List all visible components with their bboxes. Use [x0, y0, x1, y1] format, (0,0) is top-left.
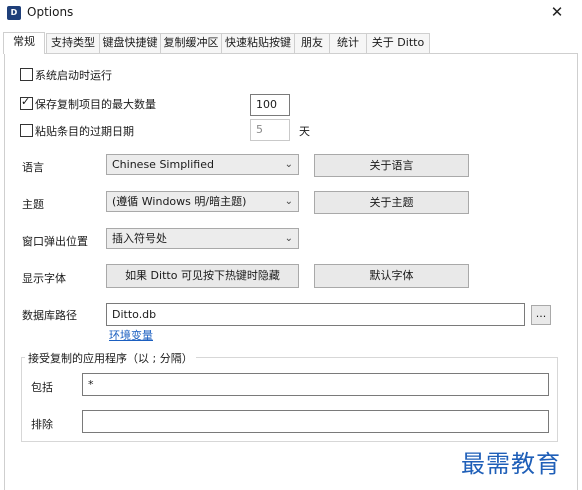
include-label: 包括: [31, 381, 53, 394]
expire-checkbox[interactable]: [20, 124, 33, 137]
expire-label: 粘贴条目的过期日期: [35, 125, 134, 138]
max-saved-label: 保存复制项目的最大数量: [35, 98, 156, 111]
expire-days-input[interactable]: 5: [250, 119, 290, 141]
tab-keyboard-shortcuts[interactable]: 键盘快捷键: [99, 33, 161, 53]
window-title: Options: [27, 5, 74, 19]
about-language-button[interactable]: 关于语言: [314, 154, 469, 177]
about-theme-button[interactable]: 关于主题: [314, 191, 469, 214]
tab-copy-buffers[interactable]: 复制缓冲区: [160, 33, 222, 53]
tab-friends[interactable]: 朋友: [294, 33, 330, 53]
exclude-label: 排除: [31, 418, 53, 431]
accepted-apps-title: 接受复制的应用程序（以 ; 分隔）: [25, 350, 196, 366]
popup-position-selected: 插入符号处: [112, 232, 167, 245]
start-on-boot-label: 系统启动时运行: [35, 69, 112, 82]
max-saved-input[interactable]: 100: [250, 94, 290, 116]
exclude-input[interactable]: [82, 410, 549, 433]
theme-label: 主题: [22, 198, 44, 211]
chevron-down-icon: ⌄: [284, 233, 293, 244]
env-variables-link[interactable]: 环境变量: [109, 327, 153, 343]
watermark-text: 最需教育: [461, 450, 561, 478]
tab-about[interactable]: 关于 Ditto: [366, 33, 430, 53]
tab-quick-paste-keys[interactable]: 快速粘贴按键: [221, 33, 295, 53]
tab-supported-types[interactable]: 支持类型: [46, 33, 100, 53]
ditto-app-icon: D: [7, 6, 21, 20]
font-label: 显示字体: [22, 272, 66, 285]
theme-selected: (遵循 Windows 明/暗主题): [112, 195, 247, 208]
expire-unit-label: 天: [299, 125, 310, 138]
chevron-down-icon: ⌄: [284, 159, 293, 170]
include-input[interactable]: *: [82, 373, 549, 396]
browse-button[interactable]: ...: [531, 305, 551, 325]
title-bar: D Options ✕: [0, 0, 582, 26]
start-on-boot-checkbox[interactable]: [20, 68, 33, 81]
close-icon[interactable]: ✕: [546, 2, 568, 22]
tab-general[interactable]: 常规: [3, 32, 45, 54]
db-path-input[interactable]: Ditto.db: [106, 303, 525, 326]
font-button[interactable]: 如果 Ditto 可见按下热键时隐藏: [106, 264, 299, 288]
default-font-button[interactable]: 默认字体: [314, 264, 469, 288]
language-select[interactable]: Chinese Simplified ⌄: [106, 154, 299, 175]
language-selected: Chinese Simplified: [112, 158, 214, 171]
popup-position-label: 窗口弹出位置: [22, 235, 88, 248]
db-path-label: 数据库路径: [22, 309, 77, 322]
max-saved-checkbox[interactable]: [20, 95, 33, 110]
language-label: 语言: [22, 161, 44, 174]
theme-select[interactable]: (遵循 Windows 明/暗主题) ⌄: [106, 191, 299, 212]
chevron-down-icon: ⌄: [284, 196, 293, 207]
popup-position-select[interactable]: 插入符号处 ⌄: [106, 228, 299, 249]
tab-stats[interactable]: 统计: [329, 33, 367, 53]
